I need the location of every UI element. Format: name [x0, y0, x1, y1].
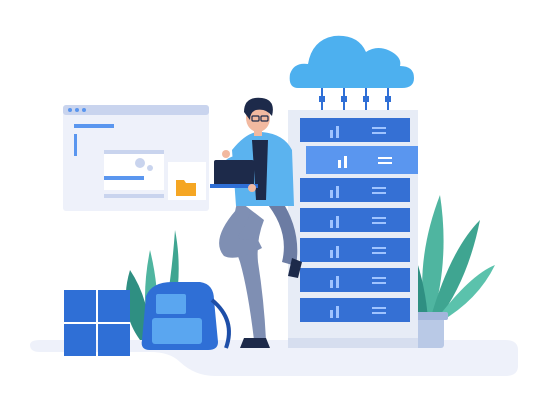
server-rack	[288, 110, 418, 348]
backpack-icon	[141, 282, 231, 350]
browser-window-icon	[63, 105, 209, 211]
laptop-icon	[210, 160, 258, 188]
cloud-icon	[289, 35, 414, 110]
illustration-canvas	[30, 35, 518, 376]
